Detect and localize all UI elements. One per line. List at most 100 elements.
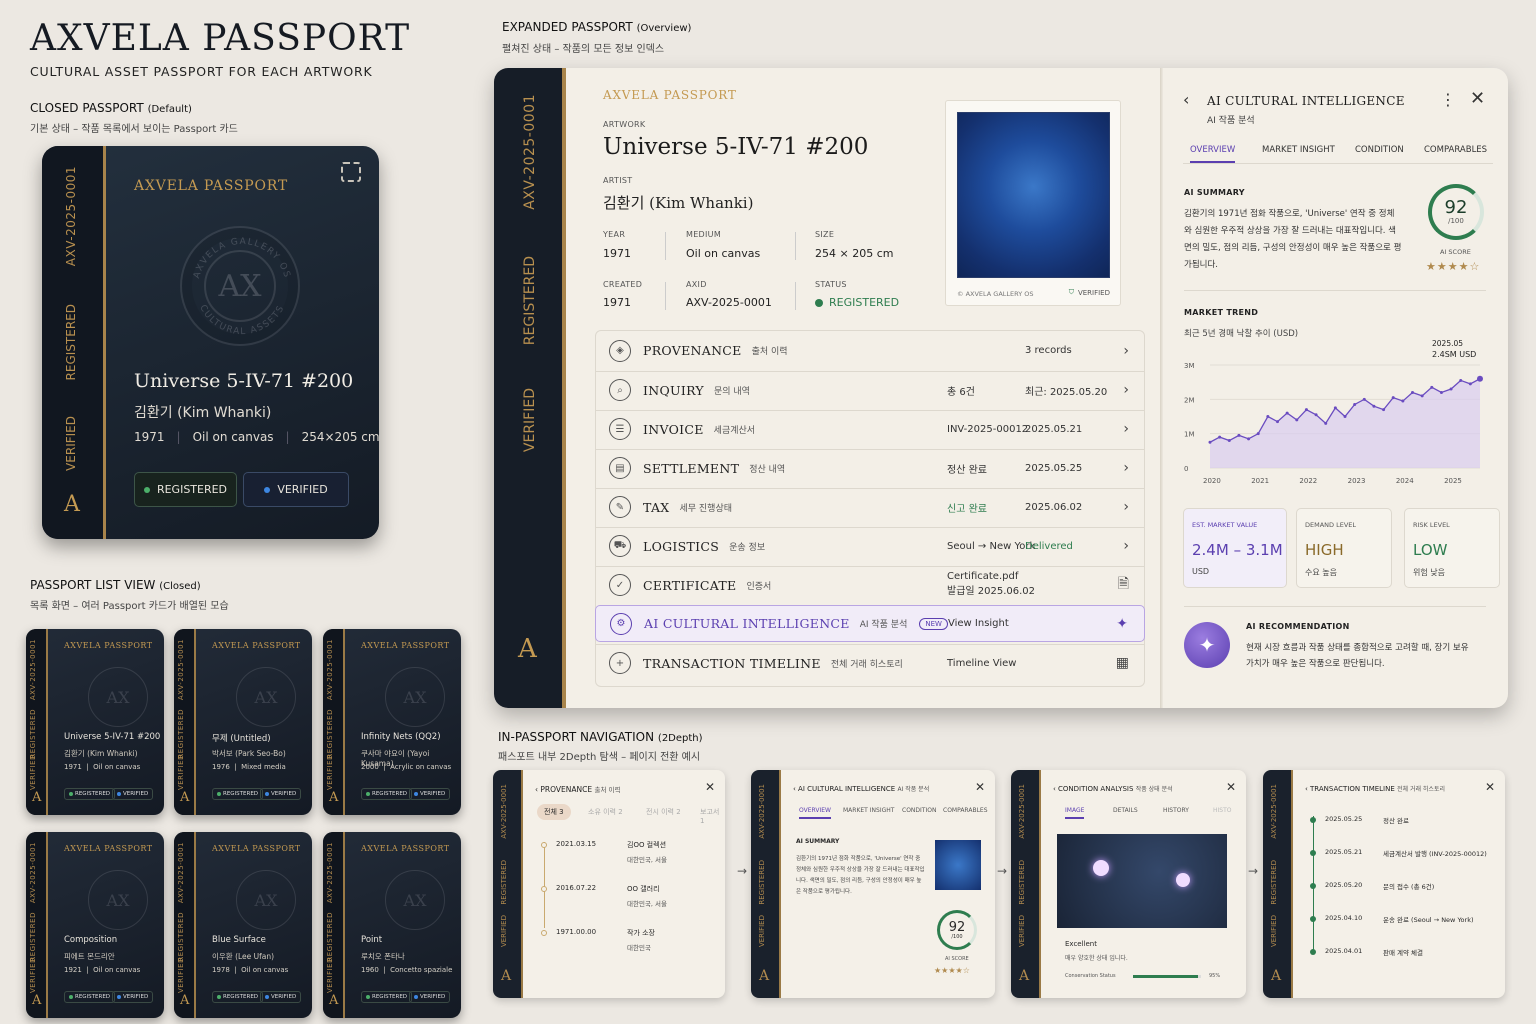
trend-point (1314, 413, 1318, 417)
tab-overview[interactable]: OVERVIEW (1190, 145, 1236, 163)
index-row-transaction-timeline[interactable]: + TRANSACTION TIMELINE 전체 거래 히스토리 Timeli… (595, 644, 1145, 681)
cond-tab-details[interactable]: DETAILS (1113, 807, 1138, 814)
index-row-certificate[interactable]: ✓ CERTIFICATE 인증서 Certificate.pdf 발급일 202… (595, 566, 1145, 603)
timeline-item[interactable]: 2025.05.21 세금계산서 발행 (INV-2025-00012) (1309, 847, 1499, 863)
mini-timeline[interactable]: AXV-2025-0001 REGISTERED VERIFIED A ‹ TRANS… (1263, 770, 1505, 998)
arrow-right-icon: → (1248, 864, 1259, 878)
card-verified-text: VERIFIED (420, 994, 446, 1000)
passport-list-card[interactable]: AXV-2025-0001 REGISTERED VERIFIED A AXVE… (323, 629, 461, 815)
seal-ring-top: AXVELA GALLERY OS (192, 237, 290, 280)
mini-tab-overview[interactable]: OVERVIEW (799, 807, 831, 819)
cond-tab-image[interactable]: IMAGE (1065, 807, 1085, 819)
trend-point (1439, 390, 1443, 394)
chevron-right-icon[interactable]: › (1123, 343, 1129, 359)
tab-comparables[interactable]: COMPARABLES (1424, 145, 1487, 155)
timeline-dot (541, 930, 547, 936)
close-icon[interactable]: ✕ (1470, 88, 1485, 109)
prov-date: 2016.07.22 (556, 884, 597, 892)
passport-list-card[interactable]: AXV-2025-0001 REGISTERED VERIFIED A AXVE… (323, 832, 461, 1018)
mini-condition[interactable]: AXV-2025-0001 REGISTERED VERIFIED A ‹ CONDI… (1011, 770, 1246, 998)
card-spine-id: AXV-2025-0001 (177, 842, 185, 904)
chevron-right-icon[interactable]: › (1123, 382, 1129, 398)
index-row-logistics[interactable]: ⛟ LOGISTICS 운송 정보 Seoul → New York Deliv… (595, 527, 1145, 564)
timeline-item[interactable]: 2025.05.25 정산 완료 (1309, 814, 1499, 830)
mini-tab-comparables[interactable]: COMPARABLES (943, 807, 988, 814)
prov-tab-ownership[interactable]: 소유 이력 2 (588, 807, 623, 817)
row-value: INV-2025-00012 (947, 424, 1028, 435)
row-value-2: Delivered (1025, 540, 1073, 552)
x-tick-label: 2021 (1251, 477, 1269, 485)
tab-market-insight[interactable]: MARKET INSIGHT (1262, 145, 1335, 155)
passport-list-card[interactable]: AXV-2025-0001 REGISTERED VERIFIED A AXVE… (174, 832, 312, 1018)
tl-text: 문의 접수 (총 6건) (1383, 883, 1435, 891)
card-seal: AX (385, 870, 445, 930)
condition-state-desc: 매우 양호한 상태 입니다. (1065, 955, 1128, 962)
exp-spine-logo: A (518, 634, 537, 664)
index-row-invoice[interactable]: ☰ INVOICE 세금계산서 INV-2025-00012 2025.05.2… (595, 410, 1145, 447)
timeline-item[interactable]: 2025.05.20 문의 접수 (총 6건) (1309, 880, 1499, 896)
artwork-image-frame[interactable]: © AXVELA GALLERY OS ⛉ VERIFIED (945, 100, 1121, 306)
card-title: 무제 (Untitled) (212, 734, 271, 744)
more-icon[interactable]: ⋮ (1440, 90, 1456, 109)
row-title: AI CULTURAL INTELLIGENCE (644, 616, 850, 631)
mini-title-kr: 작품 상태 분석 (1135, 786, 1173, 793)
cond-tab-histo[interactable]: HISTO (1213, 807, 1231, 814)
card-registered-badge: REGISTERED (212, 991, 264, 1003)
mini-spine-id: AXV-2025-0001 (1018, 784, 1026, 839)
calendar-icon[interactable]: ▦ (1116, 655, 1129, 671)
ai-summary-text: 김환기의 1971년 점화 작품으로, 'Universe' 연작 중 정체와 … (1184, 209, 1402, 270)
y-tick-label: 2M (1184, 396, 1195, 404)
close-icon[interactable]: ✕ (975, 780, 985, 794)
metric-card[interactable]: DEMAND LEVEL HIGH 수요 높음 (1296, 508, 1392, 588)
timeline-dot (541, 886, 547, 892)
index-row-settlement[interactable]: ▤ SETTLEMENT 정산 내역 정산 완료 2025.05.25 › (595, 449, 1145, 486)
sparkle-icon[interactable]: ✦ (1116, 616, 1128, 632)
closed-heading-note: (Default) (147, 104, 192, 115)
card-seal-text: AX (254, 890, 278, 910)
row-title-kr: 전체 거래 히스토리 (830, 659, 903, 670)
row-title-kr: 인증서 (746, 581, 772, 592)
timeline-item[interactable]: 2025.04.10 운송 완료 (Seoul → New York) (1309, 913, 1499, 929)
exp-spine-id: AXV-2025-0001 (522, 94, 538, 210)
arrow-right-icon: → (997, 864, 1008, 878)
provenance-item[interactable]: 2016.07.22 OO 갤러리 대한민국, 서울 (539, 882, 719, 918)
metric-card[interactable]: EST. MARKET VALUE 2.4M – 3.1M USD (1183, 508, 1287, 588)
passport-list-card[interactable]: AXV-2025-0001 REGISTERED VERIFIED A AXVE… (174, 629, 312, 815)
trend-point (1468, 382, 1472, 386)
mini-tab-market[interactable]: MARKET INSIGHT (843, 807, 894, 814)
exp-title: Universe 5-IV-71 #200 (603, 134, 869, 160)
closed-passport-card[interactable]: AXV-2025-0001 REGISTERED VERIFIED A AXVE… (42, 146, 379, 539)
provenance-item[interactable]: 1971.00.00 작가 소장 대한민국 (539, 926, 719, 962)
close-icon[interactable]: ✕ (1226, 780, 1236, 794)
index-row-tax[interactable]: ✎ TAX 세무 진행상태 신고 완료 2025.06.02 › (595, 488, 1145, 525)
cond-tab-history[interactable]: HISTORY (1163, 807, 1189, 814)
prov-tab-all[interactable]: 전체 3 (537, 804, 571, 820)
prov-tab-exhibition[interactable]: 전시 이력 2 (646, 807, 681, 817)
passport-list-card[interactable]: AXV-2025-0001 REGISTERED VERIFIED A AXVE… (26, 629, 164, 815)
row-value-2: 2025.05.25 (1025, 462, 1083, 474)
prov-location: 대한민국 (627, 944, 651, 952)
index-row-inquiry[interactable]: ⌕ INQUIRY 문의 내역 총 6건 최근: 2025.05.20 › (595, 371, 1145, 408)
file-icon[interactable]: 🗎 (1118, 573, 1129, 597)
close-icon[interactable]: ✕ (705, 780, 715, 794)
trend-point (1449, 387, 1453, 391)
timeline-item[interactable]: 2025.04.01 판매 계약 체결 (1309, 946, 1499, 962)
metric-card[interactable]: RISK LEVEL LOW 위험 낮음 (1404, 508, 1500, 588)
card-year: 1960 (361, 966, 379, 974)
index-row-provenance[interactable]: ◈ PROVENANCE 출처 이력 3 records › (595, 332, 1145, 369)
close-icon[interactable]: ✕ (1485, 780, 1495, 794)
mini-provenance[interactable]: AXV-2025-0001 REGISTERED VERIFIED A ‹ PROVE… (493, 770, 725, 998)
ai-back-icon[interactable]: ‹ (1183, 90, 1189, 109)
mini-tab-condition[interactable]: CONDITION (902, 807, 936, 814)
prov-tab-report[interactable]: 보고서 1 (700, 807, 725, 825)
chevron-right-icon[interactable]: › (1123, 421, 1129, 437)
mini-ai[interactable]: AXV-2025-0001 REGISTERED VERIFIED A ‹ AI CU… (751, 770, 995, 998)
scan-icon[interactable] (341, 162, 361, 182)
chevron-right-icon[interactable]: › (1123, 538, 1129, 554)
index-row-ai-cultural-intelligence[interactable]: ⚙ AI CULTURAL INTELLIGENCE AI 작품 분석 NEW … (595, 605, 1145, 642)
chevron-right-icon[interactable]: › (1123, 499, 1129, 515)
tab-condition[interactable]: CONDITION (1355, 145, 1404, 155)
provenance-item[interactable]: 2021.03.15 김OO 컬렉션 대한민국, 서울 (539, 838, 719, 874)
passport-list-card[interactable]: AXV-2025-0001 REGISTERED VERIFIED A AXVE… (26, 832, 164, 1018)
chevron-right-icon[interactable]: › (1123, 460, 1129, 476)
